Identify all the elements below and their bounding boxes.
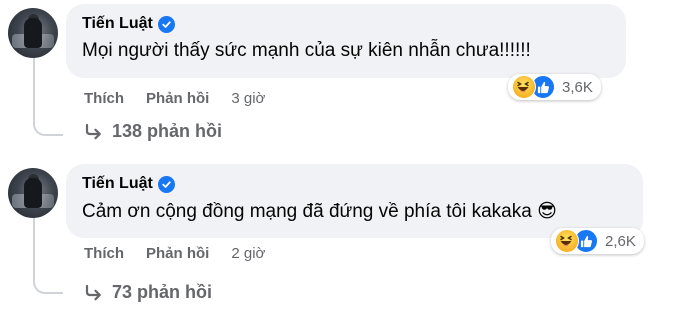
timestamp[interactable]: 3 giờ: [231, 90, 265, 107]
like-button[interactable]: Thích: [84, 245, 124, 262]
avatar[interactable]: [8, 8, 58, 58]
reaction-summary[interactable]: 3,6K: [508, 74, 601, 100]
avatar[interactable]: [8, 168, 58, 218]
comment-bubble: Tiến Luật Cảm ơn cộng đồng mạng đã đứng …: [66, 164, 643, 238]
reply-arrow-icon: [85, 123, 101, 139]
reply-button[interactable]: Phản hồi: [146, 90, 209, 107]
comment-text: Mọi người thấy sức mạnh của sự kiên nhẫn…: [82, 40, 531, 61]
verified-badge-icon: [157, 175, 175, 193]
thread-connector: [33, 218, 63, 294]
author-name-row[interactable]: Tiến Luật: [82, 175, 175, 193]
reaction-summary[interactable]: 2,6K: [551, 228, 644, 254]
reaction-count: 3,6K: [562, 78, 593, 96]
reply-arrow-icon: [85, 284, 101, 300]
author-name[interactable]: Tiến Luật: [82, 15, 153, 33]
timestamp[interactable]: 2 giờ: [231, 245, 265, 262]
reply-button[interactable]: Phản hồi: [146, 245, 209, 262]
reaction-count: 2,6K: [605, 232, 636, 250]
view-replies-link[interactable]: 138 phản hồi: [84, 121, 222, 142]
like-button[interactable]: Thích: [84, 90, 124, 107]
thread-connector: [33, 58, 63, 136]
haha-reaction-icon: [555, 229, 579, 253]
author-name-row[interactable]: Tiến Luật: [82, 15, 175, 33]
comment-actions: Thích Phản hồi 3 giờ: [84, 90, 265, 107]
comment-text: Cảm ơn cộng đồng mạng đã đứng về phía tô…: [82, 201, 557, 222]
verified-badge-icon: [157, 15, 175, 33]
comment-actions: Thích Phản hồi 2 giờ: [84, 245, 265, 262]
view-replies-link[interactable]: 73 phản hồi: [84, 282, 212, 303]
author-name[interactable]: Tiến Luật: [82, 175, 153, 193]
replies-count-label[interactable]: 73 phản hồi: [112, 282, 212, 303]
replies-count-label[interactable]: 138 phản hồi: [112, 121, 222, 142]
haha-reaction-icon: [512, 75, 536, 99]
comment-bubble: Tiến Luật Mọi người thấy sức mạnh của sự…: [66, 4, 626, 78]
